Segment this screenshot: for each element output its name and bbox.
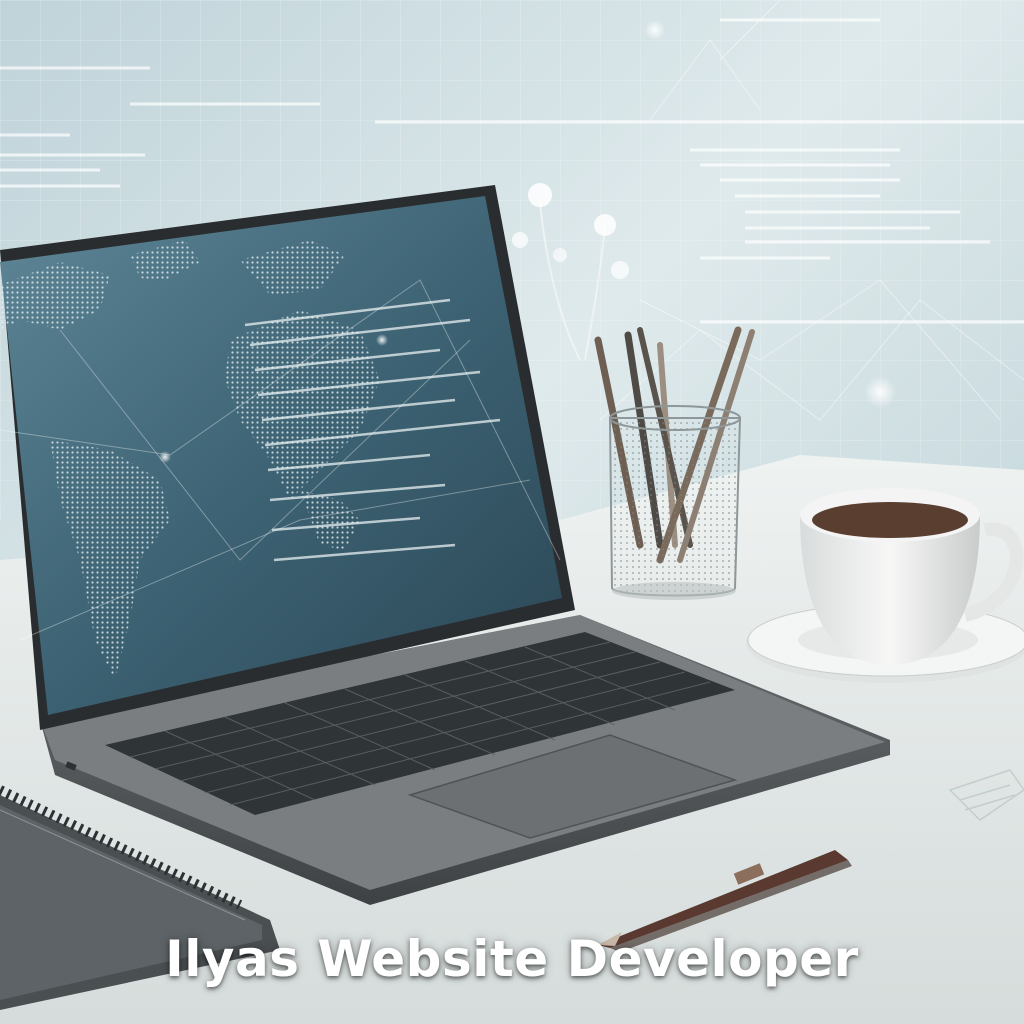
light-sparkle xyxy=(864,376,896,408)
coffee xyxy=(812,502,968,538)
caption-title: Ilyas Website Developer xyxy=(165,930,859,988)
light-sparkle xyxy=(645,20,665,40)
photo-scene: Ilyas Website Developer xyxy=(0,0,1024,1024)
scene-illustration xyxy=(0,0,1024,1024)
